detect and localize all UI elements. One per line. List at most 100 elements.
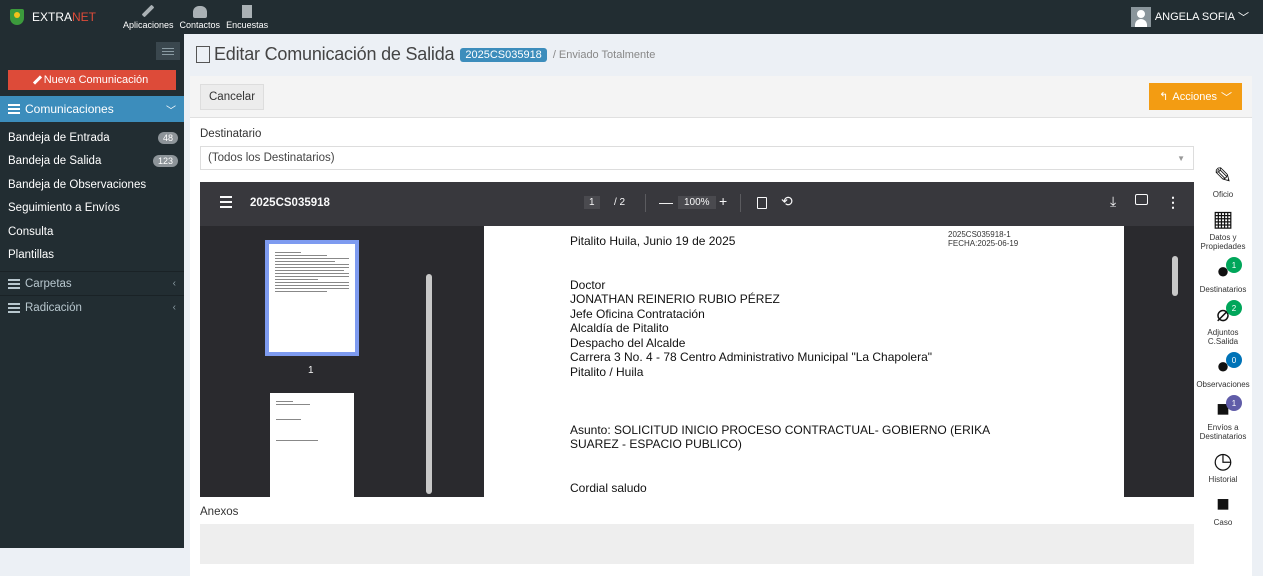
- pdf-viewer: 2025CS035918 1 / 2 — 100% + ⟲ ⤓ ⋮ 1 2025…: [200, 182, 1194, 497]
- shield-icon: [10, 9, 24, 25]
- tool-observaciones[interactable]: ● 0 Observaciones: [1194, 352, 1252, 395]
- count-badge: 123: [152, 155, 178, 168]
- tool-datos-propiedades[interactable]: ▦ Datos y Propiedades: [1194, 205, 1252, 257]
- document-icon: [242, 5, 253, 18]
- thumbnail-scrollbar[interactable]: [426, 274, 432, 494]
- letter-line: JONATHAN REINERIO RUBIO PÉREZ: [570, 292, 780, 306]
- letter-line: [570, 379, 1038, 394]
- toolbar: Cancelar ↰ Acciones ﹀: [190, 76, 1252, 118]
- tool-adjuntos[interactable]: ⌀ 2 Adjuntos C.Salida: [1194, 300, 1252, 352]
- actions-button[interactable]: ↰ Acciones ﹀: [1149, 83, 1242, 110]
- page-title: Editar Comunicación de Salida: [214, 44, 455, 64]
- people-icon: [192, 6, 207, 18]
- tool-envios[interactable]: ■ 1 Envíos a Destinatarios: [1194, 395, 1252, 447]
- new-communication-button[interactable]: Nueva Comunicación: [8, 70, 176, 90]
- letter-line: [570, 394, 1038, 409]
- chevron-down-icon: ﹀: [1221, 91, 1232, 104]
- clock-icon: ◷: [1213, 448, 1233, 473]
- sidebar-item-label: Bandeja de Observaciones: [8, 178, 147, 191]
- letter-line: Asunto: SOLICITUD INICIO PROCESO CONTRAC…: [570, 422, 991, 437]
- letter-line: Carrera 3 No. 4 - 78 Centro Administrati…: [570, 350, 933, 364]
- destinatario-label: Destinatario: [200, 128, 262, 140]
- count-badge: 0: [1226, 352, 1242, 368]
- letter-line: Jefe Oficina Contratación: [570, 306, 705, 321]
- grid-icon: ▦: [1212, 206, 1234, 231]
- nav-label: Aplicaciones: [123, 20, 174, 30]
- nav-contactos[interactable]: Contactos: [177, 0, 224, 34]
- sidebar-item-label: Bandeja de Salida: [8, 155, 102, 168]
- letter-line: Cordial saludo: [570, 480, 647, 495]
- zoom-out-icon[interactable]: —: [659, 194, 673, 210]
- sidebar-toggle-icon[interactable]: [220, 196, 232, 208]
- list-icon: [8, 278, 20, 289]
- rotate-icon[interactable]: ⟲: [781, 193, 793, 210]
- list-icon: [8, 104, 20, 114]
- fit-page-icon[interactable]: [757, 197, 767, 209]
- chevron-left-icon: ‹: [172, 278, 176, 289]
- zoom-level[interactable]: 100%: [678, 196, 716, 209]
- letter-line: [570, 249, 1038, 264]
- code-badge: 2025CS035918: [460, 47, 547, 62]
- tool-label: Historial: [1208, 475, 1238, 484]
- page-thumbnail-2[interactable]: [270, 393, 354, 497]
- sidebar-item-bandeja-observaciones[interactable]: Bandeja de Observaciones: [0, 173, 184, 197]
- more-options-icon[interactable]: ⋮: [1166, 194, 1180, 211]
- thumbnail-panel: 1: [200, 226, 440, 497]
- zoom-in-icon[interactable]: +: [719, 193, 727, 209]
- cancel-button[interactable]: Cancelar: [200, 84, 265, 110]
- thumbnail-number: 1: [308, 365, 314, 376]
- sidebar-item-consulta[interactable]: Consulta: [0, 220, 184, 244]
- sidebar-group-carpetas[interactable]: Carpetas ‹: [0, 271, 184, 295]
- anexos-label: Anexos: [200, 506, 239, 518]
- nav-label: Encuestas: [226, 20, 269, 30]
- edit-document-icon: ✎: [1213, 163, 1233, 188]
- sidebar-item-label: Plantillas: [8, 249, 55, 262]
- sidebar-section-comunicaciones[interactable]: Comunicaciones ﹀: [0, 96, 184, 122]
- sidebar-item-label: Seguimiento a Envíos: [8, 202, 120, 215]
- tool-destinatarios[interactable]: ● 1 Destinatarios: [1194, 257, 1252, 300]
- nav-label: Contactos: [179, 20, 221, 30]
- sidebar-item-plantillas[interactable]: Plantillas: [0, 244, 184, 268]
- sidebar: Nueva Comunicación Comunicaciones ﹀ Band…: [0, 34, 184, 548]
- page-total: / 2: [614, 197, 626, 208]
- edit-panel: Cancelar ↰ Acciones ﹀ Destinatario (Todo…: [190, 76, 1252, 576]
- tool-oficio[interactable]: ✎ Oficio: [1194, 162, 1252, 205]
- tool-caso[interactable]: ■ Caso: [1194, 490, 1252, 533]
- user-avatar-icon: [1130, 7, 1151, 27]
- count-badge: 1: [1226, 395, 1242, 411]
- sidebar-group-radicacion[interactable]: Radicación ‹: [0, 295, 184, 319]
- tool-label: Observaciones: [1196, 380, 1250, 389]
- sidebar-item-bandeja-salida[interactable]: Bandeja de Salida 123: [0, 150, 184, 174]
- actions-label: Acciones: [1172, 90, 1217, 103]
- letter-line: [570, 408, 1038, 423]
- page-number-input[interactable]: 1: [584, 196, 600, 209]
- sidebar-item-seguimiento[interactable]: Seguimiento a Envíos: [0, 197, 184, 221]
- brand-logo[interactable]: EXTRA NET: [0, 0, 120, 34]
- reply-icon: ↰: [1159, 91, 1169, 103]
- letter-line: SUAREZ - ESPACIO PUBLICO): [570, 437, 742, 451]
- document-icon: [196, 46, 210, 63]
- letter-line: Doctor: [570, 277, 606, 292]
- tool-label: Oficio: [1212, 190, 1234, 199]
- user-name: ANGELA SOFIA: [1154, 11, 1235, 23]
- tool-historial[interactable]: ◷ Historial: [1194, 447, 1252, 490]
- letter-line: [570, 466, 1038, 481]
- tool-label: Adjuntos C.Salida: [1207, 328, 1239, 346]
- sidebar-toggle-icon[interactable]: [156, 42, 180, 60]
- chevron-down-icon: ﹀: [1238, 12, 1249, 24]
- destinatario-value: (Todos los Destinatarios): [208, 152, 335, 164]
- download-icon[interactable]: ⤓: [1110, 193, 1116, 210]
- nav-encuestas[interactable]: Encuestas: [223, 0, 271, 34]
- ref-date: FECHA:2025-06-19: [948, 239, 1019, 248]
- count-badge: 1: [1226, 257, 1242, 273]
- page-header: Editar Comunicación de Salida 2025CS0359…: [196, 44, 655, 65]
- anexos-area: [200, 524, 1194, 564]
- sidebar-item-bandeja-entrada[interactable]: Bandeja de Entrada 48: [0, 126, 184, 150]
- print-icon[interactable]: [1135, 194, 1148, 205]
- page-scrollbar[interactable]: [1172, 256, 1178, 296]
- group-label: Radicación: [25, 301, 82, 314]
- user-menu[interactable]: ANGELA SOFIA ﹀: [1130, 7, 1263, 27]
- destinatario-select[interactable]: (Todos los Destinatarios) ▼: [200, 146, 1194, 170]
- page-thumbnail-1[interactable]: [265, 240, 359, 356]
- nav-aplicaciones[interactable]: Aplicaciones: [120, 0, 177, 34]
